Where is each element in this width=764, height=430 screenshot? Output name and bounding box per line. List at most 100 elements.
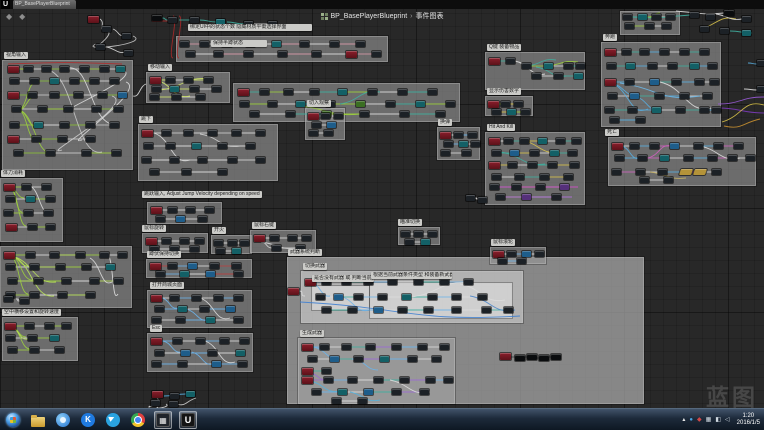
graph-node[interactable]: [626, 63, 635, 69]
graph-node[interactable]: [625, 79, 634, 85]
graph-node[interactable]: [169, 401, 178, 407]
graph-node[interactable]: [690, 63, 699, 69]
graph-node[interactable]: [5, 323, 16, 330]
graph-node[interactable]: [118, 252, 127, 258]
graph-node[interactable]: [232, 248, 241, 254]
graph-node[interactable]: [308, 356, 317, 362]
graph-node[interactable]: [100, 66, 109, 72]
graph-node[interactable]: [640, 49, 649, 55]
graph-node[interactable]: [8, 347, 17, 353]
graph-node[interactable]: [166, 77, 175, 83]
graph-node[interactable]: [70, 78, 79, 84]
graph-node[interactable]: [693, 169, 707, 175]
graph-node[interactable]: [151, 207, 162, 214]
graph-node[interactable]: [214, 51, 223, 57]
graph-node[interactable]: [684, 155, 693, 161]
graph-node[interactable]: [200, 41, 209, 47]
graph-node[interactable]: [86, 136, 95, 142]
graph-node[interactable]: [622, 49, 631, 55]
comment-title-mouse-wheel[interactable]: 鼠标滚轮: [491, 239, 515, 246]
graph-node[interactable]: [324, 377, 333, 383]
graph-node[interactable]: [30, 292, 39, 298]
graph-node[interactable]: [24, 66, 33, 72]
graph-node[interactable]: [238, 89, 249, 96]
taskbar-icon-explorer[interactable]: [29, 411, 47, 429]
graph-node[interactable]: [720, 28, 729, 34]
graph-node[interactable]: [348, 377, 357, 383]
graph-node[interactable]: [610, 117, 619, 123]
graph-node[interactable]: [244, 51, 253, 57]
graph-node[interactable]: [612, 169, 621, 175]
graph-node[interactable]: [206, 271, 215, 277]
graph-node[interactable]: [554, 73, 563, 79]
graph-node[interactable]: [680, 93, 689, 99]
graph-node[interactable]: [170, 295, 179, 301]
graph-node[interactable]: [695, 79, 704, 85]
graph-node[interactable]: [426, 377, 435, 383]
graph-node[interactable]: [150, 263, 161, 270]
graph-node[interactable]: [312, 122, 321, 128]
graph-node[interactable]: [106, 264, 115, 270]
comment-title-hit-and-kill[interactable]: Hit And Kill: [487, 124, 515, 131]
graph-node[interactable]: [24, 210, 33, 216]
graph-node[interactable]: [144, 143, 153, 149]
graph-node[interactable]: [26, 196, 35, 202]
graph-node[interactable]: [25, 323, 34, 329]
graph-node[interactable]: [142, 130, 153, 137]
graph-node[interactable]: [236, 350, 245, 356]
graph-node[interactable]: [102, 26, 111, 32]
graph-node[interactable]: [492, 150, 501, 156]
comment-title-aim-toggle[interactable]: 瞄准切换: [398, 219, 422, 226]
graph-node[interactable]: [424, 307, 433, 313]
graph-node[interactable]: [254, 235, 265, 242]
graph-node[interactable]: [672, 79, 681, 85]
graph-node[interactable]: [181, 350, 190, 356]
graph-node[interactable]: [608, 93, 617, 99]
graph-node[interactable]: [212, 86, 221, 92]
graph-node[interactable]: [270, 235, 279, 241]
graph-node[interactable]: [173, 338, 182, 344]
graph-node[interactable]: [214, 240, 223, 246]
graph-node[interactable]: [492, 109, 501, 115]
graph-node[interactable]: [212, 361, 221, 367]
graph-node[interactable]: [489, 58, 500, 65]
graph-node[interactable]: [645, 23, 654, 29]
graph-node[interactable]: [205, 207, 214, 213]
graph-node[interactable]: [232, 263, 241, 269]
graph-node[interactable]: [658, 169, 667, 175]
graph-node[interactable]: [364, 389, 373, 395]
graph-node[interactable]: [703, 93, 712, 99]
graph-node[interactable]: [428, 294, 437, 300]
graph-node[interactable]: [489, 162, 500, 169]
tray-icon-3[interactable]: ▦: [706, 416, 712, 424]
graph-node[interactable]: [150, 77, 161, 84]
graph-node[interactable]: [50, 92, 59, 98]
graph-node[interactable]: [392, 389, 401, 395]
graph-node[interactable]: [700, 107, 709, 113]
graph-node[interactable]: [464, 279, 473, 285]
comment-title-move-input[interactable]: 移动输入: [148, 64, 172, 71]
graph-node[interactable]: [308, 113, 319, 120]
graph-node[interactable]: [400, 377, 409, 383]
graph-node[interactable]: [232, 130, 241, 136]
graph-node[interactable]: [398, 307, 407, 313]
graph-node[interactable]: [6, 264, 15, 270]
graph-node[interactable]: [218, 169, 227, 175]
graph-node[interactable]: [322, 368, 331, 374]
graph-node[interactable]: [312, 51, 321, 57]
comment-title-equip-item[interactable]: Q键 装备物品: [487, 44, 521, 51]
graph-node[interactable]: [260, 89, 269, 95]
graph-node[interactable]: [184, 77, 193, 83]
graph-node[interactable]: [650, 143, 659, 149]
graph-node[interactable]: [30, 264, 39, 270]
graph-node[interactable]: [152, 86, 161, 92]
graph-node[interactable]: [296, 101, 305, 107]
graph-node[interactable]: [515, 174, 524, 180]
graph-node[interactable]: [320, 344, 329, 350]
graph-node[interactable]: [60, 122, 69, 128]
graph-node[interactable]: [238, 361, 247, 367]
graph-node[interactable]: [156, 216, 165, 222]
graph-node[interactable]: [506, 58, 515, 64]
graph-node[interactable]: [568, 150, 577, 156]
graph-node[interactable]: [188, 263, 197, 269]
